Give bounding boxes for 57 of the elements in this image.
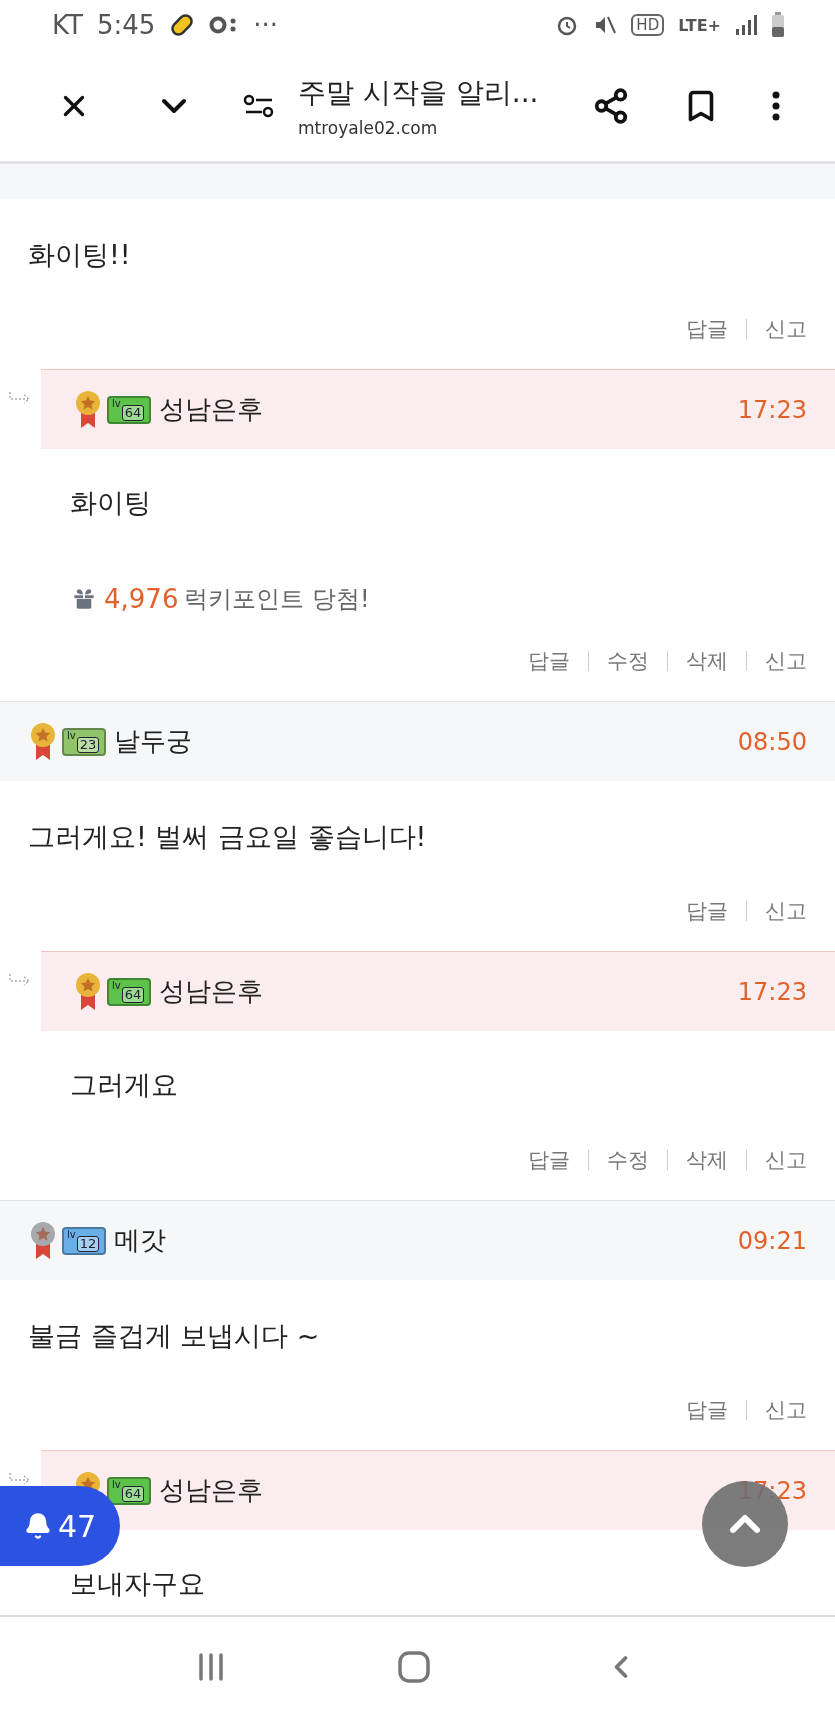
comment-time: 17:23	[737, 977, 807, 1006]
comment-text: 화이팅!!	[28, 238, 132, 272]
carrier-text: KT	[52, 10, 83, 40]
comment-text: 화이팅	[70, 486, 152, 520]
comment-action-link[interactable]: 삭제	[686, 647, 728, 675]
lucky-points: 4,976	[104, 584, 179, 614]
network-text: LTE+	[678, 15, 721, 35]
author-name[interactable]: 성남은후	[159, 974, 263, 1009]
more-notifications-text: ···	[253, 10, 279, 40]
level-prefix: lv	[67, 730, 76, 741]
level-number: 23	[76, 736, 100, 753]
more-icon	[772, 90, 780, 121]
comment-time: 08:50	[737, 727, 807, 756]
share-icon	[592, 86, 630, 125]
lucky-text: 럭키포인트 당첨!	[184, 584, 370, 615]
level-number: 64	[121, 404, 145, 421]
page-url: mtroyale02.com	[298, 117, 439, 138]
level-prefix: lv	[112, 398, 121, 409]
comment-action-link[interactable]: 답글	[686, 1396, 728, 1424]
battery-icon	[771, 12, 785, 38]
comment-text: 그러게요! 벌써 금요일 좋습니다!	[28, 820, 428, 854]
comment-text: 보내자구요	[70, 1567, 206, 1601]
comment-action-link[interactable]: 답글	[686, 897, 728, 925]
comment-action-link[interactable]: 답글	[528, 1146, 570, 1174]
hd-text: HD	[631, 14, 665, 36]
comment-action-link[interactable]: 신고	[765, 897, 807, 925]
comment-action-link[interactable]: 답글	[686, 315, 728, 343]
home-icon	[397, 1649, 432, 1684]
comment-action-link[interactable]: 답글	[528, 647, 570, 675]
comment-action-link[interactable]: 신고	[765, 647, 807, 675]
level-number: 12	[76, 1235, 100, 1252]
author-name[interactable]: 메갓	[114, 1223, 166, 1258]
level-prefix: lv	[112, 980, 121, 991]
comment-action-link[interactable]: 신고	[765, 1396, 807, 1424]
settings-icon	[242, 93, 276, 118]
comment-time: 09:21	[737, 1226, 807, 1255]
comment-action-link[interactable]: 수정	[607, 1146, 649, 1174]
level-prefix: lv	[67, 1229, 76, 1240]
comment-text: 그러게요	[70, 1068, 179, 1102]
author-name[interactable]: 성남은후	[159, 1473, 263, 1508]
author-name[interactable]: 날두궁	[114, 724, 192, 759]
comment-text: 불금 즐겁게 보냅시다 ~	[28, 1319, 321, 1353]
comment-time: 17:23	[737, 395, 807, 424]
page-title: 주말 시작을 알리...	[298, 74, 540, 111]
author-name[interactable]: 성남은후	[159, 392, 263, 427]
comment-action-link[interactable]: 삭제	[686, 1146, 728, 1174]
level-number: 64	[121, 986, 145, 1003]
comment-action-link[interactable]: 수정	[607, 647, 649, 675]
reply-arrow-icon	[8, 391, 32, 405]
level-number: 64	[121, 1485, 145, 1502]
reply-arrow-icon	[8, 1472, 32, 1486]
signal-icon	[735, 14, 757, 36]
comment-action-link[interactable]: 신고	[765, 315, 807, 343]
bell-icon	[23, 1512, 52, 1540]
comment-action-link[interactable]: 신고	[765, 1146, 807, 1174]
reply-arrow-icon	[8, 973, 32, 987]
clock-text: 5:45	[96, 10, 156, 40]
